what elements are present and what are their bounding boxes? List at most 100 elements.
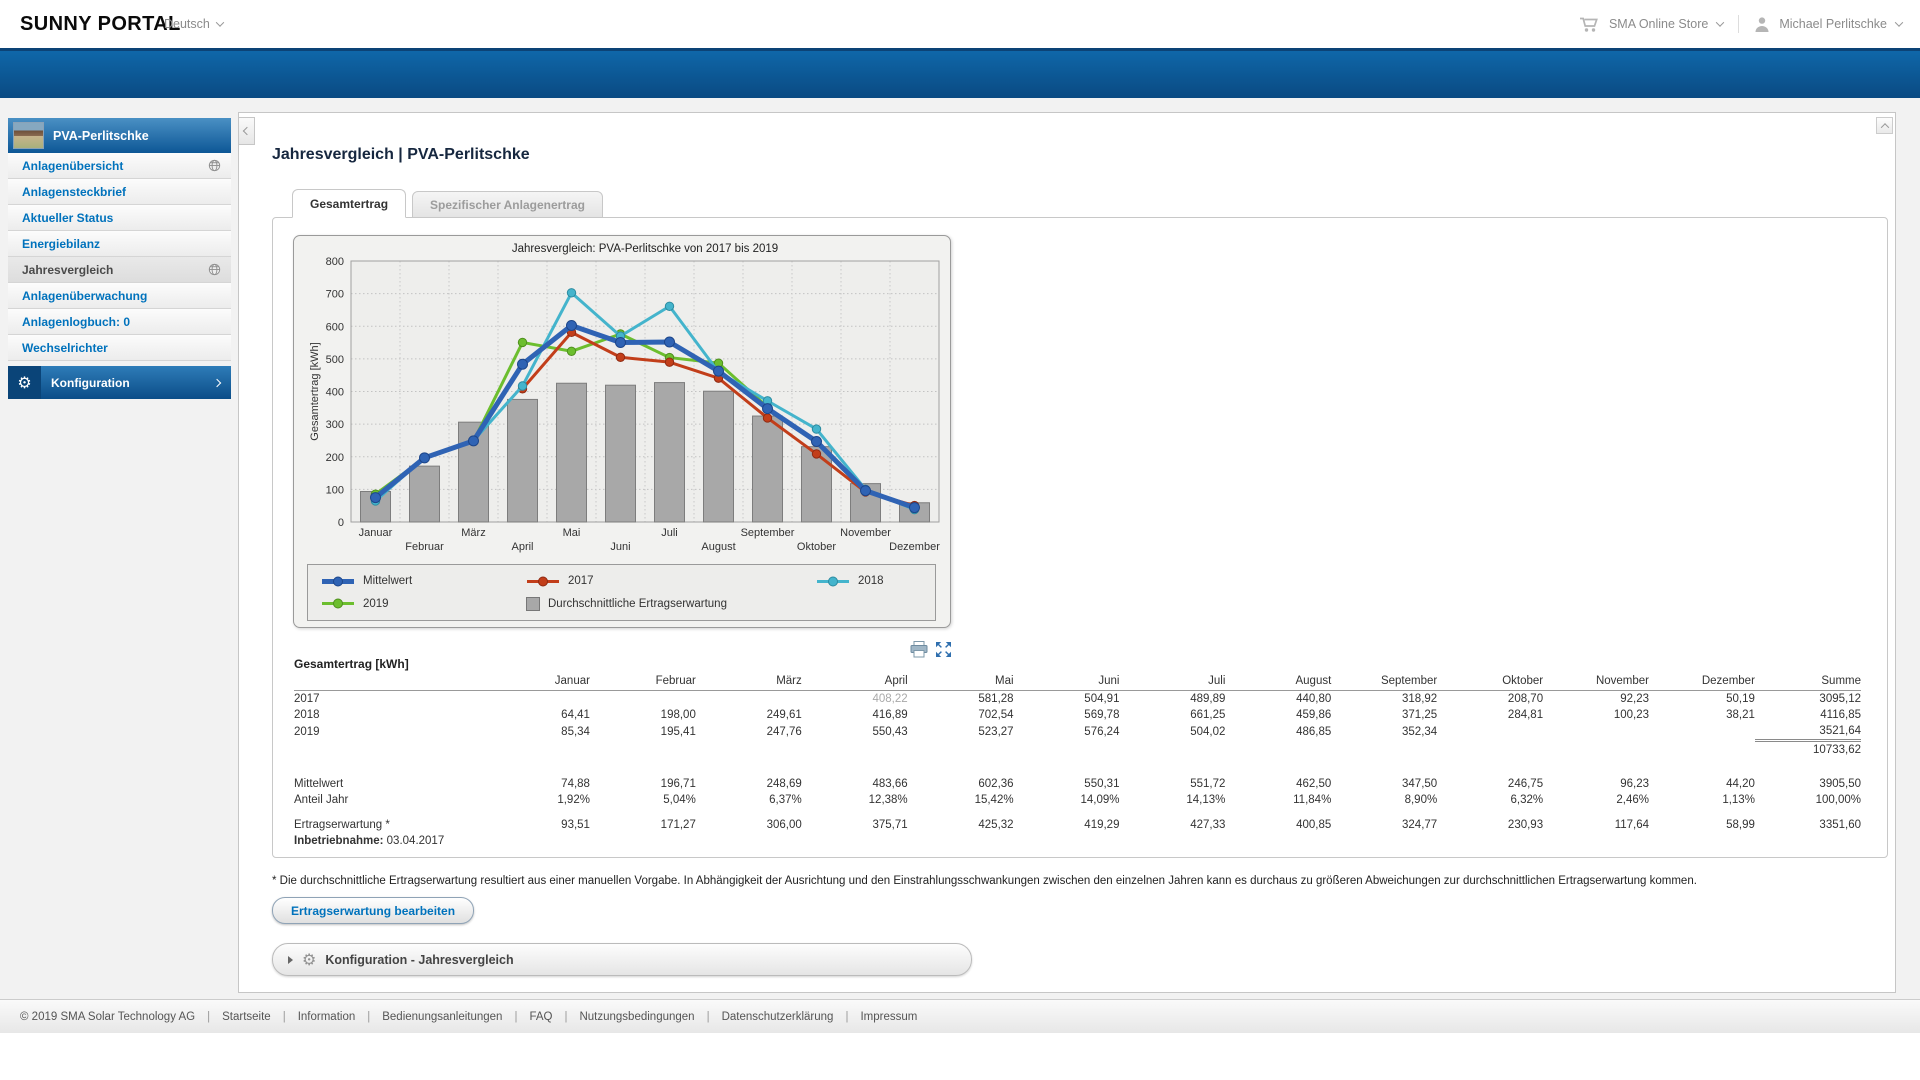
table-cell: 416,89 [802, 707, 908, 723]
footer-link[interactable]: Information [298, 1011, 356, 1023]
sidebar-item-4[interactable]: Energiebilanz [8, 231, 231, 257]
main-panel: Jahresvergleich | PVA-Perlitschke Gesamt… [238, 112, 1896, 993]
table-row: Ertragserwartung *93,51171,27306,00375,7… [294, 817, 1861, 833]
sidebar-item-5[interactable]: Jahresvergleich [8, 257, 231, 283]
svg-text:400: 400 [326, 387, 344, 399]
table-header-row: JanuarFebruarMärzAprilMaiJuniJuliAugustS… [294, 673, 1861, 691]
table-cell: 2,46% [1543, 792, 1649, 808]
table-cell: 44,20 [1649, 776, 1755, 792]
svg-text:0: 0 [338, 517, 344, 529]
store-link[interactable]: SMA Online Store [1609, 17, 1708, 31]
svg-text:Juni: Juni [610, 541, 630, 553]
chevron-down-icon[interactable] [1895, 18, 1903, 26]
tab-2[interactable]: Spezifischer Anlagenertrag [412, 191, 603, 218]
table-cell: 504,91 [1014, 691, 1120, 708]
svg-text:500: 500 [326, 354, 344, 366]
table-cell: 661,25 [1119, 707, 1225, 723]
edit-expectation-button[interactable]: Ertragserwartung bearbeiten [272, 897, 474, 924]
column-header: Oktober [1437, 673, 1543, 691]
cart-icon [1579, 16, 1600, 33]
user-menu[interactable]: Michael Perlitschke [1779, 17, 1887, 31]
table-cell [1437, 723, 1543, 741]
chevron-right-icon [213, 378, 221, 386]
footer-link[interactable]: Nutzungsbedingungen [579, 1011, 694, 1023]
page-title: Jahresvergleich | PVA-Perlitschke [272, 146, 530, 164]
sidebar-item-8[interactable]: Wechselrichter [8, 335, 231, 361]
scroll-up-button[interactable] [1876, 117, 1893, 134]
print-chart-button[interactable] [910, 641, 928, 658]
table-cell: 602,36 [908, 776, 1014, 792]
column-header: März [696, 673, 802, 691]
footer-link[interactable]: Impressum [860, 1011, 917, 1023]
table-cell [1014, 741, 1120, 759]
footer-link[interactable]: FAQ [529, 1011, 552, 1023]
sidebar-item-konfiguration[interactable]: ⚙ Konfiguration [8, 366, 231, 399]
table-cell: 14,13% [1119, 792, 1225, 808]
gear-icon: ⚙ [8, 366, 41, 399]
table-row: 201864,41198,00249,61416,89702,54569,786… [294, 707, 1861, 723]
table-cell [696, 691, 802, 708]
sidebar-item-3[interactable]: Aktueller Status [8, 205, 231, 231]
sidebar-item-6[interactable]: Anlagenüberwachung [8, 283, 231, 309]
sidebar-collapse-button[interactable] [238, 117, 255, 145]
table-row: Mittelwert74,88196,71248,69483,66602,365… [294, 776, 1861, 792]
chevron-down-icon [216, 18, 224, 26]
table-cell: 523,27 [908, 723, 1014, 741]
svg-text:März: März [461, 527, 485, 539]
svg-text:700: 700 [326, 289, 344, 301]
column-header: Mai [908, 673, 1014, 691]
table-cell: 569,78 [1014, 707, 1120, 723]
sidebar-item-1[interactable]: Anlagenübersicht [8, 153, 231, 179]
table-cell [1119, 741, 1225, 759]
table-cell [484, 741, 590, 759]
line-legend-marker [526, 575, 560, 588]
footer-link[interactable]: Datenschutzerklärung [722, 1011, 834, 1023]
yield-table: JanuarFebruarMärzAprilMaiJuniJuliAugustS… [294, 673, 1861, 849]
table-cell [484, 691, 590, 708]
table-cell: 249,61 [696, 707, 802, 723]
table-cell [1649, 741, 1755, 759]
footer-link[interactable]: Bedienungsanleitungen [382, 1011, 502, 1023]
row-label: Mittelwert [294, 776, 484, 792]
table-cell: 347,50 [1331, 776, 1437, 792]
legend-item: 2017 [526, 575, 816, 588]
sidebar-item-7[interactable]: Anlagenlogbuch: 0 [8, 309, 231, 335]
config-panel-toggle[interactable]: ⚙ Konfiguration - Jahresvergleich [272, 943, 972, 976]
table-cell: 306,00 [696, 817, 802, 833]
table-cell: 10733,62 [1755, 741, 1861, 759]
expander-arrow-icon [288, 956, 293, 964]
table-cell: 100,00% [1755, 792, 1861, 808]
svg-text:Januar: Januar [359, 527, 393, 539]
table-cell: 486,85 [1225, 723, 1331, 741]
sidebar-plant-header[interactable]: PVA-Perlitschke [8, 118, 231, 153]
sidebar-item-2[interactable]: Anlagensteckbrief [8, 179, 231, 205]
footnote: * Die durchschnittliche Ertragserwartung… [272, 875, 1697, 887]
tab-1[interactable]: Gesamtertrag [292, 189, 406, 218]
legend-label: 2017 [568, 575, 594, 587]
language-label: Deutsch [164, 17, 210, 31]
chevron-down-icon[interactable] [1716, 18, 1724, 26]
legend-label: 2018 [858, 575, 884, 587]
table-cell: 576,24 [1014, 723, 1120, 741]
legend-label: 2019 [363, 598, 389, 610]
fullscreen-chart-button[interactable] [935, 641, 952, 658]
footer-link[interactable]: Startseite [222, 1011, 271, 1023]
table-row: 201985,34195,41247,76550,43523,27576,245… [294, 723, 1861, 741]
top-bar: SUNNY PORTAL Deutsch SMA Online Store Mi… [0, 0, 1920, 48]
table-cell: 5,04% [590, 792, 696, 808]
sidebar-item-label: Anlagenlogbuch: 0 [22, 315, 130, 329]
table-cell: 74,88 [484, 776, 590, 792]
table-cell: 3905,50 [1755, 776, 1861, 792]
divider [1738, 15, 1739, 33]
table-cell: 318,92 [1331, 691, 1437, 708]
table-cell: 85,34 [484, 723, 590, 741]
config-panel-label: Konfiguration - Jahresvergleich [325, 953, 513, 967]
bar-legend-marker [526, 597, 540, 611]
svg-text:800: 800 [326, 256, 344, 268]
table-cell: 419,29 [1014, 817, 1120, 833]
table-cell: 284,81 [1437, 707, 1543, 723]
svg-text:Gesamtertrag [kWh]: Gesamtertrag [kWh] [309, 342, 321, 440]
language-selector[interactable]: Deutsch [164, 17, 223, 31]
globe-icon [208, 263, 221, 276]
table-title: Gesamtertrag [kWh] [294, 657, 409, 671]
